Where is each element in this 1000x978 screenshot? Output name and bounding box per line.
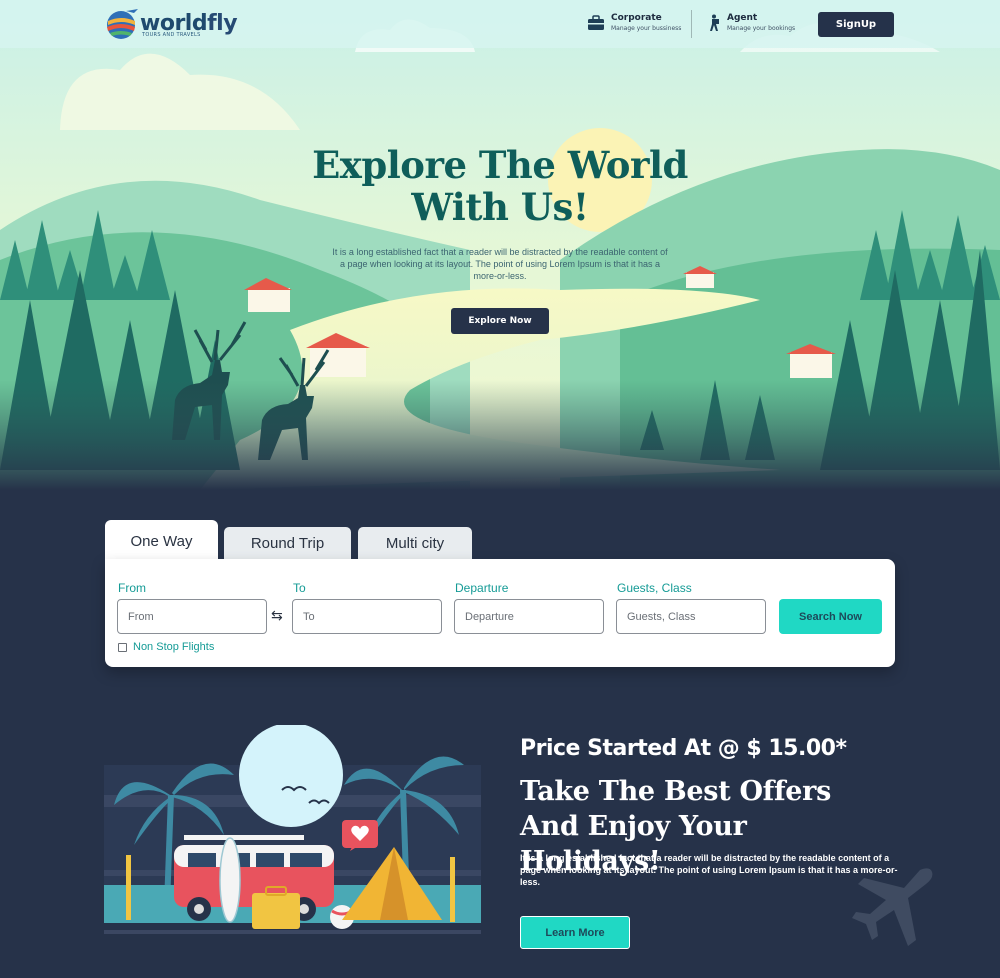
non-stop-label: Non Stop Flights: [133, 641, 215, 653]
tab-round-trip[interactable]: Round Trip: [224, 527, 351, 560]
globe-icon: [107, 9, 138, 39]
camping-van-illustration: [104, 725, 481, 960]
corporate-link[interactable]: Corporate Manage your bussiness: [587, 13, 681, 33]
top-header: worldfly TOURS AND TRAVELS Corporate Man…: [0, 0, 1000, 48]
hero-description: It is a long established fact that a rea…: [332, 247, 668, 281]
signup-button[interactable]: SignUp: [818, 12, 894, 37]
search-now-button[interactable]: Search Now: [779, 599, 882, 634]
non-stop-flights-option[interactable]: Non Stop Flights: [118, 641, 214, 653]
to-input[interactable]: To: [292, 599, 442, 634]
hero-title: Explore The World With Us!: [250, 144, 750, 228]
offer-description: It is a long established fact that a rea…: [520, 853, 898, 887]
learn-more-button[interactable]: Learn More: [520, 916, 630, 949]
explore-now-button[interactable]: Explore Now: [451, 308, 549, 334]
corporate-subtitle: Manage your bussiness: [611, 25, 682, 32]
logo-word-fly: fly: [207, 11, 238, 36]
departure-label: Departure: [455, 581, 509, 595]
logo-tagline: TOURS AND TRAVELS: [142, 32, 201, 38]
corporate-title: Corporate: [611, 13, 662, 23]
non-stop-checkbox[interactable]: [118, 642, 127, 652]
guests-class-label: Guests, Class: [617, 581, 692, 595]
hiker-icon: [710, 14, 719, 31]
agent-link[interactable]: Agent Manage your bookings: [707, 13, 795, 33]
hero-title-line-2: With Us!: [411, 185, 589, 229]
airplane-icon: [852, 868, 933, 946]
brand-logo[interactable]: worldfly TOURS AND TRAVELS: [104, 6, 238, 42]
departure-input[interactable]: Departure: [454, 599, 604, 634]
hero-section: worldfly TOURS AND TRAVELS Corporate Man…: [0, 0, 1000, 490]
tab-multi-city[interactable]: Multi city: [358, 527, 472, 560]
forest-landscape-illustration: [0, 0, 1000, 490]
agent-subtitle: Manage your bookings: [727, 25, 796, 32]
hero-title-line-1: Explore The World: [312, 143, 688, 187]
agent-title: Agent: [727, 13, 758, 23]
from-input[interactable]: From: [117, 599, 267, 634]
from-label: From: [118, 581, 146, 595]
to-label: To: [293, 581, 306, 595]
guests-class-input[interactable]: Guests, Class: [616, 599, 766, 634]
offer-price: Price Started At @ $ 15.00*: [520, 736, 847, 761]
briefcase-icon: [588, 15, 604, 30]
swap-icon[interactable]: ⇆: [271, 608, 283, 624]
header-divider: [691, 10, 692, 38]
flight-search-panel: From From ⇆ To To Departure Departure Gu…: [105, 559, 895, 667]
tab-one-way[interactable]: One Way: [105, 520, 218, 562]
